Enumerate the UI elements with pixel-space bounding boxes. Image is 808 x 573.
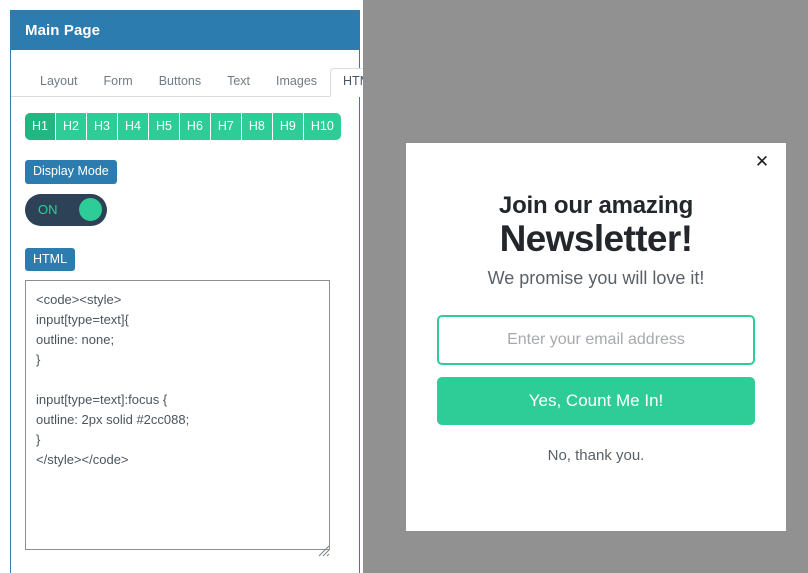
- heading-button-h4[interactable]: H4: [117, 113, 149, 141]
- tab-form[interactable]: Form: [91, 68, 146, 98]
- modal-title-line-2: Newsletter!: [499, 218, 693, 260]
- heading-button-h5[interactable]: H5: [148, 113, 180, 141]
- toggle-knob[interactable]: [79, 198, 102, 222]
- heading-button-h8[interactable]: H8: [241, 113, 273, 141]
- modal-subtitle: We promise you will love it!: [487, 268, 705, 289]
- page-root: Main Page Layout Form Buttons Text Image…: [0, 0, 808, 573]
- html-section-row: HTML: [25, 247, 359, 272]
- modal-title-line-1: Join our amazing: [498, 192, 694, 219]
- display-mode-label[interactable]: Display Mode: [25, 160, 117, 184]
- html-label[interactable]: HTML: [25, 247, 76, 272]
- decline-link[interactable]: No, thank you.: [548, 447, 645, 464]
- heading-button-h9[interactable]: H9: [272, 113, 304, 141]
- tab-images[interactable]: Images: [263, 68, 330, 98]
- heading-button-h10[interactable]: H10: [303, 113, 341, 141]
- heading-button-h2[interactable]: H2: [55, 113, 87, 141]
- close-icon[interactable]: ✕: [750, 149, 774, 173]
- heading-button-h3[interactable]: H3: [86, 113, 118, 141]
- html-code-textarea[interactable]: [25, 280, 330, 551]
- heading-button-h7[interactable]: H7: [210, 113, 242, 141]
- panel-header: Main Page: [11, 10, 359, 50]
- tab-bar: Layout Form Buttons Text Images HTML: [11, 64, 391, 98]
- modal-body: Join our amazing Newsletter! We promise …: [406, 143, 786, 465]
- tab-buttons[interactable]: Buttons: [146, 68, 214, 98]
- builder-panel: Main Page Layout Form Buttons Text Image…: [10, 10, 391, 573]
- heading-button-h6[interactable]: H6: [179, 113, 211, 141]
- display-mode-toggle[interactable]: ON: [25, 193, 107, 226]
- tab-layout[interactable]: Layout: [27, 68, 91, 98]
- tab-text[interactable]: Text: [214, 68, 263, 98]
- heading-button-h1[interactable]: H1: [25, 113, 56, 141]
- heading-button-group: H1 H2 H3 H4 H5 H6 H7 H8 H9 H10: [25, 113, 341, 141]
- page-title: Main Page: [25, 21, 101, 39]
- toggle-state-label: ON: [38, 202, 58, 218]
- subscribe-button[interactable]: Yes, Count Me In!: [437, 376, 755, 425]
- display-mode-row: Display Mode: [25, 160, 359, 184]
- email-field[interactable]: [437, 314, 755, 365]
- newsletter-modal: ✕ Join our amazing Newsletter! We promis…: [406, 143, 786, 531]
